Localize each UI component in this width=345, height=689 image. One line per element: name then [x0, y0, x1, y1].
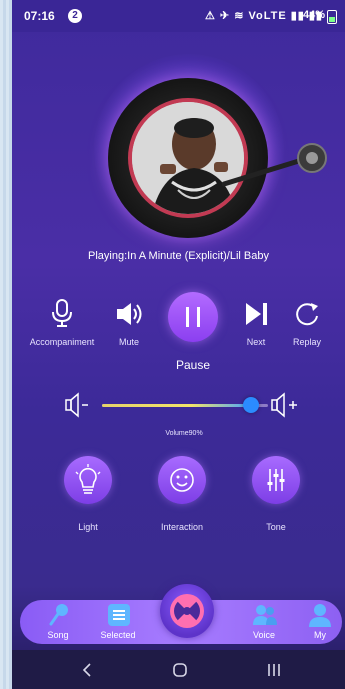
- tonearm: [222, 143, 327, 187]
- accompaniment-label: Accompaniment: [29, 337, 95, 347]
- status-time: 07:16: [24, 9, 55, 23]
- next-label: Next: [246, 337, 266, 347]
- volume-fill: [102, 404, 252, 407]
- system-navigation-bar: [12, 650, 345, 689]
- pause-label: Pause: [175, 358, 211, 372]
- nav-my-label: My: [314, 630, 326, 640]
- skip-next-icon: [246, 303, 267, 325]
- light-label: Light: [78, 522, 98, 532]
- speaker-icon: [117, 303, 142, 325]
- volume-down-icon[interactable]: [64, 392, 94, 418]
- center-record-button[interactable]: [160, 584, 214, 638]
- volume-slider[interactable]: [102, 397, 268, 413]
- replay-icon: [296, 303, 318, 326]
- status-bar: 07:16 2 ⚠ ✈ ≋ VoLTE ▮▮ ▮▮ 44%: [12, 0, 345, 32]
- voice-people-icon: [253, 605, 277, 625]
- volume-knob[interactable]: [243, 397, 260, 413]
- song-mic-icon: [49, 604, 68, 626]
- battery-icon: [327, 10, 337, 24]
- interaction-button[interactable]: [158, 456, 206, 504]
- accompaniment-button[interactable]: Accompaniment: [22, 298, 102, 347]
- light-button[interactable]: [64, 456, 112, 504]
- next-button[interactable]: Next: [234, 300, 278, 347]
- selected-list-icon: [108, 604, 130, 626]
- notification-badge: 2: [68, 9, 82, 23]
- nav-song[interactable]: Song: [28, 600, 88, 644]
- nav-my[interactable]: My: [290, 600, 345, 644]
- battery-percent: 44%: [302, 9, 325, 21]
- replay-button[interactable]: Replay: [284, 300, 330, 347]
- pause-icon: [186, 307, 200, 327]
- volume-label: Volume90%: [165, 430, 203, 437]
- nav-voice-label: Voice: [252, 630, 276, 640]
- tone-label: Tone: [266, 522, 286, 532]
- equalizer-icon: [267, 469, 285, 491]
- wheel-icon: [170, 594, 204, 628]
- mute-label: Mute: [118, 337, 139, 347]
- interaction-label: Interaction: [160, 522, 204, 532]
- pause-button[interactable]: [168, 292, 218, 342]
- tone-button[interactable]: [252, 456, 300, 504]
- nav-selected[interactable]: Selected: [88, 600, 148, 644]
- recents-icon[interactable]: [266, 662, 282, 678]
- mute-button[interactable]: Mute: [104, 300, 154, 347]
- app-screen: 07:16 2 ⚠ ✈ ≋ VoLTE ▮▮ ▮▮ 44% Playing:In…: [12, 0, 345, 689]
- lightbulb-icon: [75, 464, 101, 494]
- microphone-icon: [52, 299, 72, 327]
- replay-label: Replay: [292, 337, 321, 347]
- nav-selected-label: Selected: [100, 630, 136, 640]
- now-playing-text: Playing:In A Minute (Explicit)/Lil Baby: [88, 250, 269, 262]
- smiley-icon: [170, 468, 194, 492]
- home-icon[interactable]: [172, 662, 188, 678]
- profile-icon: [309, 604, 331, 627]
- volume-up-icon[interactable]: [270, 392, 304, 418]
- nav-voice[interactable]: Voice: [234, 600, 294, 644]
- back-icon[interactable]: [80, 662, 94, 678]
- nav-song-label: Song: [47, 630, 69, 640]
